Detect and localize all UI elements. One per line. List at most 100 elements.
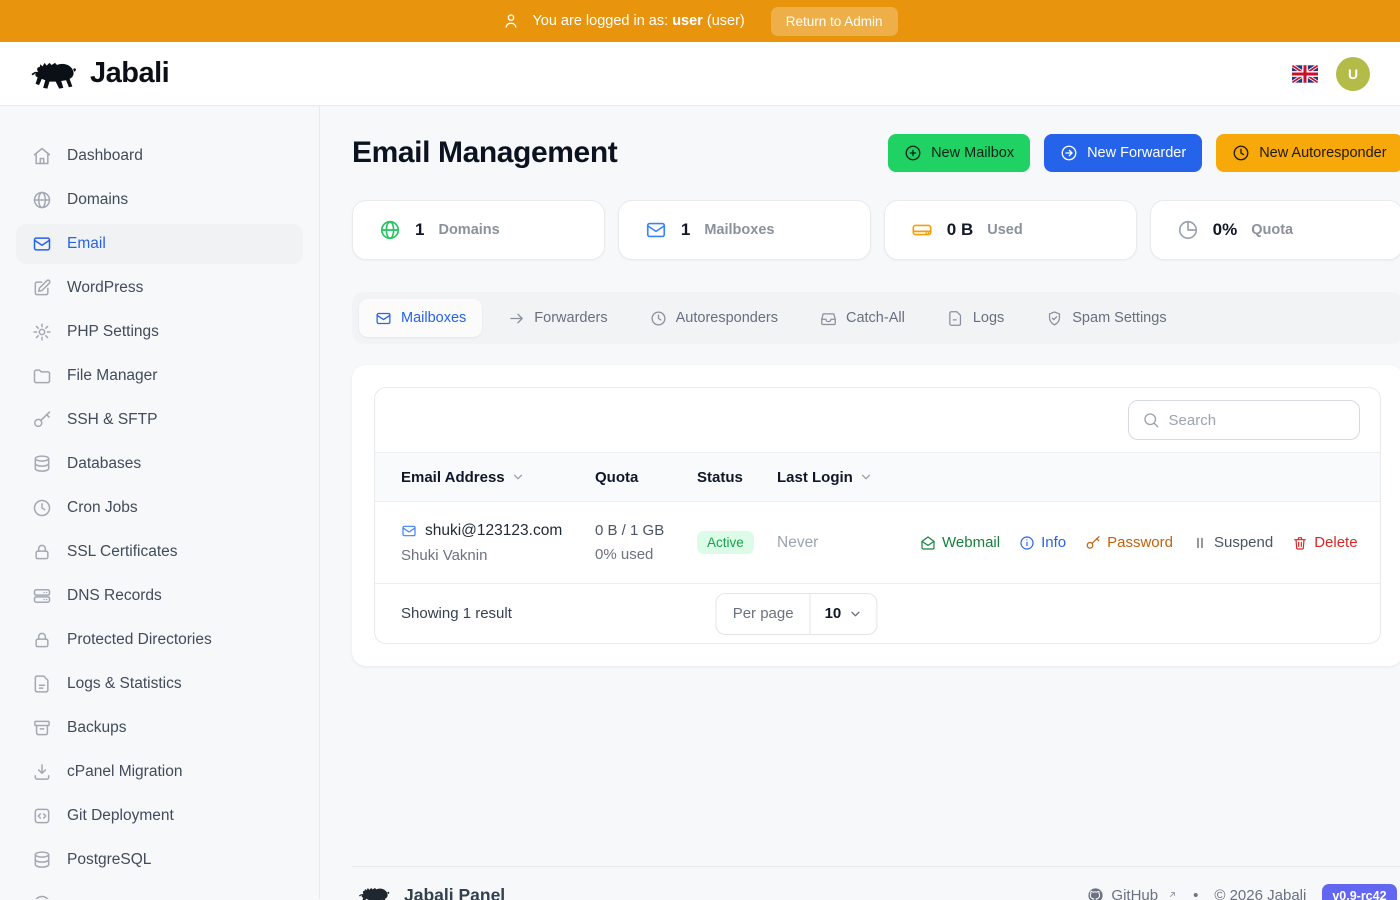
code-square-icon: [34, 808, 50, 824]
version-badge: v0.9-rc42: [1322, 883, 1397, 900]
tab-mailboxes[interactable]: Mailboxes: [359, 299, 483, 337]
new-mailbox-button[interactable]: New Mailbox: [888, 134, 1031, 172]
per-page-select[interactable]: 10: [811, 605, 877, 622]
new-autoresponder-button[interactable]: New Autoresponder: [1216, 134, 1400, 172]
person-icon: [505, 14, 517, 28]
sidebar-item-cron-jobs[interactable]: Cron Jobs: [16, 488, 303, 528]
stat-card-used: 0 B Used: [883, 200, 1137, 260]
github-link[interactable]: GitHub: [1087, 887, 1177, 900]
footer-separator: •: [1193, 887, 1199, 900]
key-icon: [1086, 535, 1100, 549]
pagination-row: Showing 1 result Per page 10: [375, 583, 1380, 643]
footer-brand: Jabali Panel: [358, 883, 505, 900]
sidebar-item-label: Backups: [67, 719, 127, 736]
webmail-action[interactable]: Webmail: [920, 534, 1000, 551]
suspend-action[interactable]: Suspend: [1192, 534, 1273, 551]
sidebar-item-label: WordPress: [67, 279, 144, 296]
stats-row: 1 Domains 1 Mailboxes 0 B Used 0% Quota: [352, 200, 1400, 260]
boar-logo-icon: [31, 62, 76, 89]
clock-icon: [651, 310, 666, 326]
download-icon: [34, 764, 50, 780]
info-icon: [1020, 535, 1034, 550]
sidebar-item-ssl-certificates[interactable]: SSL Certificates: [16, 532, 303, 572]
lock-icon: [35, 544, 49, 560]
stat-card-domains: 1 Domains: [352, 200, 605, 260]
tab-catch-all[interactable]: Catch-All: [804, 299, 921, 337]
sidebar-item-label: Dashboard: [67, 147, 143, 164]
boar-logo-icon: [358, 887, 390, 900]
tab-autoresponders[interactable]: Autoresponders: [634, 299, 794, 337]
search-icon: [1143, 413, 1158, 428]
globe-icon: [33, 191, 51, 209]
sidebar-item-domains[interactable]: Domains: [16, 180, 303, 220]
column-email-address[interactable]: Email Address: [401, 469, 595, 486]
sidebar-item-php-settings[interactable]: PHP Settings: [16, 312, 303, 352]
pause-icon: [1197, 537, 1203, 548]
mail-open-icon: [921, 535, 935, 550]
clock-icon: [33, 499, 51, 517]
sidebar-item-dashboard[interactable]: Dashboard: [16, 136, 303, 176]
sidebar-item-logs-statistics[interactable]: Logs & Statistics: [16, 664, 303, 704]
new-forwarder-button[interactable]: New Forwarder: [1044, 134, 1203, 172]
search-box: [1127, 400, 1360, 440]
chevron-down-icon: [513, 474, 522, 480]
lock-icon: [35, 632, 49, 648]
sidebar-item-label: Email: [67, 235, 106, 252]
archive-icon: [34, 720, 50, 736]
column-quota[interactable]: Quota: [595, 469, 697, 486]
sidebar-item-backups[interactable]: Backups: [16, 708, 303, 748]
sidebar-item-partial[interactable]: [16, 884, 303, 899]
tab-logs[interactable]: Logs: [931, 299, 1020, 337]
chevron-down-icon: [851, 611, 860, 616]
tab-spam-settings[interactable]: Spam Settings: [1030, 299, 1182, 337]
sidebar-item-label: File Manager: [67, 367, 158, 384]
stat-card-mailboxes: 1 Mailboxes: [617, 200, 871, 260]
logged-in-username: user: [672, 13, 703, 29]
page-footer: Jabali Panel GitHub • © 2026 Jabali v0.9…: [352, 866, 1400, 900]
sidebar-item-file-manager[interactable]: File Manager: [16, 356, 303, 396]
sidebar-item-wordpress[interactable]: WordPress: [16, 268, 303, 308]
inbox-icon: [821, 312, 836, 325]
key-icon: [34, 411, 51, 428]
stat-value: 0 B: [946, 220, 974, 239]
arrow-right-icon: [510, 313, 524, 323]
mailbox-last-login: Never: [777, 533, 819, 551]
user-avatar[interactable]: U: [1336, 56, 1370, 91]
stat-label: Used: [987, 222, 1023, 238]
sidebar-item-postgresql[interactable]: PostgreSQL: [16, 840, 303, 880]
pie-chart-icon: [1178, 220, 1197, 240]
mail-icon: [376, 312, 391, 324]
sidebar-item-databases[interactable]: Databases: [16, 444, 303, 484]
table-header: Email Address Quota Status Last Login: [375, 452, 1380, 502]
circle-icon: [33, 895, 51, 899]
tab-forwarders[interactable]: Forwarders: [492, 299, 623, 337]
sidebar-item-git-deployment[interactable]: Git Deployment: [16, 796, 303, 836]
sidebar-item-cpanel-migration[interactable]: cPanel Migration: [16, 752, 303, 792]
search-input[interactable]: [1168, 411, 1346, 429]
stat-card-quota: 0% Quota: [1149, 200, 1400, 260]
database-icon: [34, 455, 50, 472]
sidebar-item-protected-directories[interactable]: Protected Directories: [16, 620, 303, 660]
per-page-control: Per page 10: [715, 592, 878, 635]
stat-value: 1: [680, 220, 691, 239]
info-action[interactable]: Info: [1019, 534, 1066, 551]
sidebar-item-dns-records[interactable]: DNS Records: [16, 576, 303, 616]
email-tabs: Mailboxes Forwarders Autoresponders Catc…: [352, 292, 1400, 344]
table-row: shuki@123123.com Shuki Vaknin 0 B / 1 GB…: [375, 502, 1380, 583]
sidebar-item-email[interactable]: Email: [16, 224, 303, 264]
brand-logo[interactable]: Jabali: [30, 56, 170, 92]
return-to-admin-button[interactable]: Return to Admin: [770, 6, 898, 36]
column-status[interactable]: Status: [697, 469, 777, 486]
file-icon: [949, 310, 961, 326]
sidebar-item-label: Git Deployment: [67, 807, 174, 824]
mail-icon: [33, 237, 51, 251]
language-flag-uk-icon[interactable]: [1292, 64, 1318, 83]
delete-action[interactable]: Delete: [1292, 534, 1358, 551]
password-action[interactable]: Password: [1085, 534, 1173, 551]
column-last-login[interactable]: Last Login: [777, 469, 920, 486]
sidebar-item-ssh-sftp[interactable]: SSH & SFTP: [16, 400, 303, 440]
shield-check-icon: [1049, 310, 1061, 326]
file-text-icon: [34, 675, 49, 693]
sidebar-item-label: Cron Jobs: [67, 499, 138, 516]
mailboxes-panel: Email Address Quota Status Last Login: [352, 365, 1400, 666]
